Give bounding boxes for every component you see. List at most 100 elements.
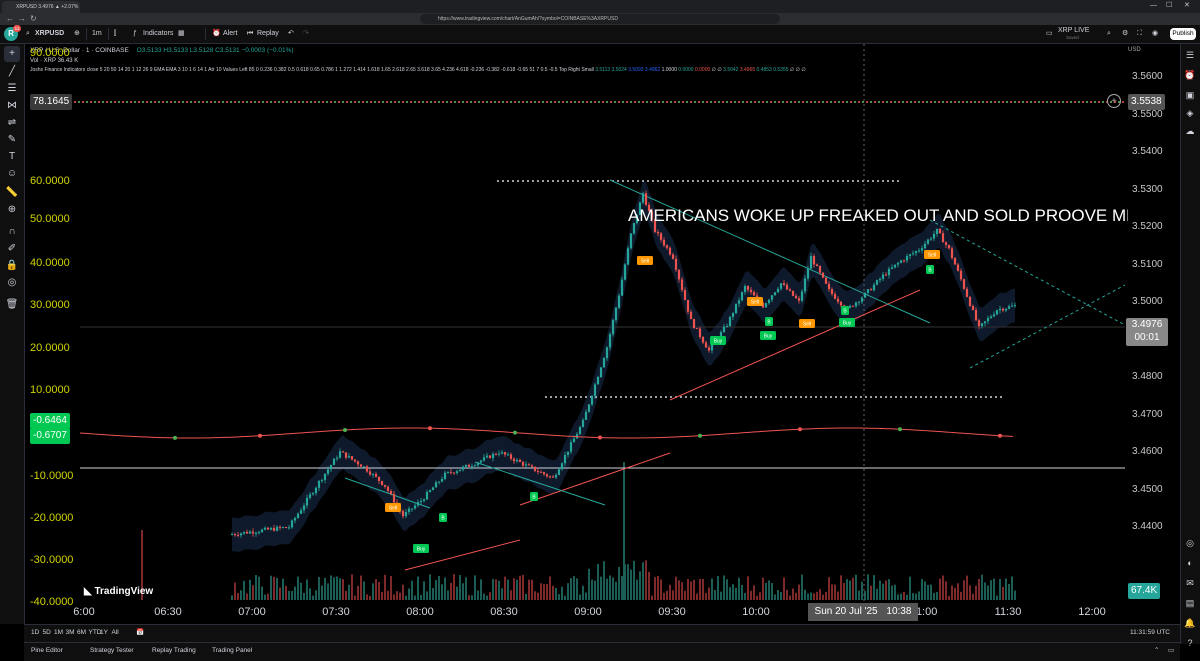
chart-annotation[interactable]: AMERICANS WOKE UP FREAKED OUT AND SOLD P…: [628, 206, 1128, 226]
candle-body: [620, 279, 624, 296]
sell-signal: Sell: [747, 297, 763, 306]
volume-bar: [330, 575, 332, 600]
volume-bar: [231, 595, 233, 600]
right-axis-tick: 3.5100: [1132, 258, 1163, 270]
panel-tab[interactable]: Pine Editor: [31, 643, 63, 659]
range-button[interactable]: All: [112, 625, 119, 641]
volume-bar: [921, 579, 923, 600]
candle-body: [335, 457, 339, 459]
volume-bar: [537, 592, 539, 600]
candle-body: [941, 233, 945, 243]
currency-label[interactable]: USD: [1128, 47, 1141, 53]
crosshair-time: 10:38: [886, 606, 912, 617]
candle-body: [284, 527, 288, 529]
oscillator-dot: [998, 433, 1002, 438]
time-axis-tick: 09:30: [658, 606, 686, 618]
candle-body: [320, 479, 324, 481]
candle-body: [455, 471, 459, 473]
range-button[interactable]: 5D: [43, 625, 51, 641]
range-button[interactable]: 1D: [31, 625, 39, 641]
volume-bar: [309, 588, 311, 600]
volume-bar: [837, 591, 839, 600]
panel-tab[interactable]: Trading Panel: [212, 643, 252, 659]
volume-bar: [588, 568, 590, 600]
candle-body: [767, 299, 771, 304]
volume-bar: [744, 593, 746, 600]
crosshair-time-label: Sun 20 Jul '25 10:38: [808, 603, 918, 621]
legend-indicator-value: 0.4853: [755, 67, 772, 73]
volume-bar: [402, 584, 404, 600]
oscillator-label-1: -0.6464: [30, 413, 70, 429]
candle-body: [803, 278, 807, 292]
volume-bar: [432, 587, 434, 600]
volume-bar: [423, 581, 425, 600]
right-axis-tick: 3.4500: [1132, 483, 1163, 495]
panel-tab[interactable]: Strategy Tester: [90, 643, 134, 659]
volume-bar: [633, 560, 635, 600]
oscillator-dot: [343, 427, 347, 432]
maximize-panel-icon[interactable]: ▭: [1168, 643, 1174, 659]
candle-body: [839, 301, 843, 306]
oscillator-dot: [898, 427, 902, 432]
range-button[interactable]: 1M: [54, 625, 63, 641]
volume-bar: [813, 593, 815, 600]
volume-bar: [477, 590, 479, 600]
volume-bar: [789, 595, 791, 600]
candle-body: [1004, 308, 1008, 311]
price-chart[interactable]: Sell Buy B B Sell Buy Sell B Buy Sell Buy B Sell B: [0, 0, 1200, 660]
volume-bar: [735, 587, 737, 600]
candle-body: [494, 453, 498, 455]
collapse-panel-icon[interactable]: ⌃: [1154, 643, 1159, 659]
volume-bar: [753, 585, 755, 600]
buy-signal: Buy: [760, 331, 776, 340]
volume-bar: [546, 583, 548, 600]
candle-body: [986, 318, 990, 322]
candle-body: [863, 292, 867, 298]
volume-bar: [984, 582, 986, 600]
clock-label[interactable]: 11:31:59 UTC: [1130, 625, 1170, 641]
volume-bar: [684, 590, 686, 600]
candle-body: [770, 295, 774, 300]
volume-bar: [1011, 576, 1013, 600]
candle-body: [929, 238, 933, 240]
right-axis-tick: 3.4700: [1132, 408, 1163, 420]
go-to-date-icon[interactable]: 📅: [136, 625, 144, 641]
left-axis-tick: -20.0000: [30, 512, 74, 524]
candle-body: [707, 347, 711, 351]
candle-body: [917, 250, 921, 252]
right-axis-tick: 3.5000: [1132, 296, 1163, 307]
volume-bar: [936, 592, 938, 600]
candle-body: [590, 395, 594, 405]
candle-body: [812, 256, 816, 265]
panel-tab[interactable]: Replay Trading: [152, 643, 196, 659]
candle-body: [686, 299, 690, 312]
buy-signal: Buy: [839, 318, 855, 327]
candle-body: [833, 294, 837, 299]
volume-bar: [957, 583, 959, 600]
volume-bar: [273, 576, 275, 600]
volume-bar: [750, 590, 752, 600]
candle-body: [581, 419, 585, 428]
candle-body: [260, 529, 264, 533]
add-alert-icon[interactable]: +: [1107, 94, 1121, 108]
volume-bar: [474, 575, 476, 600]
candle-body: [788, 289, 792, 291]
volume-bar: [267, 593, 269, 600]
candle-body: [1013, 305, 1017, 307]
volume-bar: [630, 569, 632, 600]
range-button[interactable]: 3M: [66, 625, 75, 641]
volume-bar: [621, 575, 623, 600]
volume-bar: [324, 577, 326, 600]
candle-body: [434, 482, 438, 488]
candle-body: [884, 274, 888, 276]
candle-body: [578, 427, 582, 435]
candle-body: [617, 295, 621, 308]
candle-body: [254, 532, 258, 534]
left-axis-tick: -30.0000: [30, 554, 74, 566]
range-bar: [24, 624, 1180, 643]
range-button[interactable]: 6M: [77, 625, 86, 641]
legend-indicator-value: 3.5113: [595, 67, 611, 73]
candle-body: [317, 480, 321, 488]
range-button[interactable]: 1Y: [100, 625, 108, 641]
buy-signal: Buy: [710, 336, 726, 345]
